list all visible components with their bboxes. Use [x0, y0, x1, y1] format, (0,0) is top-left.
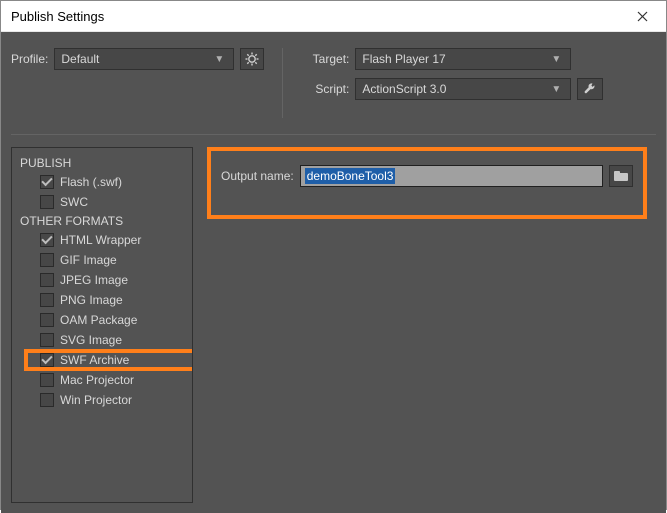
checkbox-icon — [40, 393, 54, 407]
script-dropdown[interactable]: ActionScript 3.0 ▼ — [355, 78, 571, 100]
target-value: Flash Player 17 — [362, 52, 548, 66]
checkbox-icon — [40, 313, 54, 327]
vertical-divider — [282, 48, 283, 118]
format-svg[interactable]: SVG Image — [18, 330, 192, 350]
format-label: SWC — [60, 195, 88, 209]
horizontal-divider — [11, 134, 656, 135]
folder-icon — [614, 171, 628, 181]
browse-output-button[interactable] — [609, 165, 633, 187]
main-row: PUBLISH Flash (.swf) SWC OTHER FORMATS H… — [11, 147, 656, 503]
format-label: GIF Image — [60, 253, 117, 267]
format-win-projector[interactable]: Win Projector — [18, 390, 192, 410]
target-dropdown[interactable]: Flash Player 17 ▼ — [355, 48, 571, 70]
format-label: PNG Image — [60, 293, 123, 307]
window-title: Publish Settings — [11, 9, 620, 24]
checkbox-icon — [40, 195, 54, 209]
close-button[interactable] — [620, 1, 664, 31]
format-label: OAM Package — [60, 313, 137, 327]
chevron-down-icon: ▼ — [548, 84, 564, 95]
checkbox-icon — [40, 233, 54, 247]
publish-settings-window: Publish Settings Profile: Default ▼ — [0, 0, 667, 510]
script-label: Script: — [301, 82, 349, 96]
titlebar: Publish Settings — [1, 1, 666, 32]
checkbox-icon — [40, 373, 54, 387]
format-label: SVG Image — [60, 333, 122, 347]
formats-sidebar: PUBLISH Flash (.swf) SWC OTHER FORMATS H… — [11, 147, 193, 503]
checkbox-icon — [40, 273, 54, 287]
chevron-down-icon: ▼ — [211, 54, 227, 65]
profile-value: Default — [61, 52, 211, 66]
format-swc[interactable]: SWC — [18, 192, 192, 212]
script-row: Script: ActionScript 3.0 ▼ — [301, 78, 603, 100]
format-label: Flash (.swf) — [60, 175, 122, 189]
wrench-icon — [583, 82, 597, 96]
target-row: Target: Flash Player 17 ▼ — [301, 48, 603, 70]
format-gif[interactable]: GIF Image — [18, 250, 192, 270]
target-script-group: Target: Flash Player 17 ▼ Script: Action… — [301, 48, 603, 100]
settings-panel: Output name: demoBoneTool3 — [207, 147, 656, 503]
format-label: JPEG Image — [60, 273, 128, 287]
gear-icon — [245, 52, 259, 66]
top-row: Profile: Default ▼ — [11, 48, 656, 118]
profile-label: Profile: — [11, 52, 48, 66]
output-name-label: Output name: — [221, 169, 294, 183]
format-label: HTML Wrapper — [60, 233, 141, 247]
checkbox-icon — [40, 333, 54, 347]
checkbox-icon — [40, 253, 54, 267]
format-html-wrapper[interactable]: HTML Wrapper — [18, 230, 192, 250]
script-settings-button[interactable] — [577, 78, 603, 100]
output-name-value: demoBoneTool3 — [305, 168, 396, 184]
checkbox-icon — [40, 293, 54, 307]
target-label: Target: — [301, 52, 349, 66]
format-oam[interactable]: OAM Package — [18, 310, 192, 330]
output-name-input[interactable]: demoBoneTool3 — [300, 165, 603, 187]
section-other: OTHER FORMATS — [18, 212, 192, 230]
script-value: ActionScript 3.0 — [362, 82, 548, 96]
output-name-group: Output name: demoBoneTool3 — [207, 147, 647, 219]
format-swf-archive[interactable]: SWF Archive — [18, 350, 192, 370]
profile-group: Profile: Default ▼ — [11, 48, 264, 70]
checkbox-icon — [40, 353, 54, 367]
profile-options-button[interactable] — [240, 48, 264, 70]
format-flash[interactable]: Flash (.swf) — [18, 172, 192, 192]
format-label: Win Projector — [60, 393, 132, 407]
format-label: Mac Projector — [60, 373, 134, 387]
format-jpeg[interactable]: JPEG Image — [18, 270, 192, 290]
format-label: SWF Archive — [60, 353, 129, 367]
close-icon — [637, 11, 648, 22]
checkbox-icon — [40, 175, 54, 189]
section-publish: PUBLISH — [18, 154, 192, 172]
profile-dropdown[interactable]: Default ▼ — [54, 48, 234, 70]
chevron-down-icon: ▼ — [548, 54, 564, 65]
dialog-content: Profile: Default ▼ — [1, 32, 666, 513]
format-png[interactable]: PNG Image — [18, 290, 192, 310]
format-mac-projector[interactable]: Mac Projector — [18, 370, 192, 390]
